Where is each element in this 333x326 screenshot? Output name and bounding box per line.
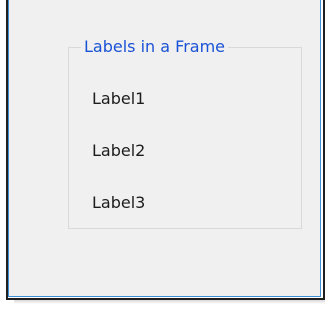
window-client-area: Labels in a Frame Label1 Label2 Label3 bbox=[8, 0, 321, 297]
label-3: Label3 bbox=[92, 193, 146, 212]
application-window: Labels in a Frame Label1 Label2 Label3 bbox=[0, 0, 333, 326]
label-1: Label1 bbox=[92, 89, 146, 108]
labels-frame: Labels in a Frame Label1 Label2 Label3 bbox=[68, 36, 302, 229]
window-shadow bbox=[14, 300, 325, 304]
label-2: Label2 bbox=[92, 141, 146, 160]
frame-title: Labels in a Frame bbox=[81, 36, 228, 58]
